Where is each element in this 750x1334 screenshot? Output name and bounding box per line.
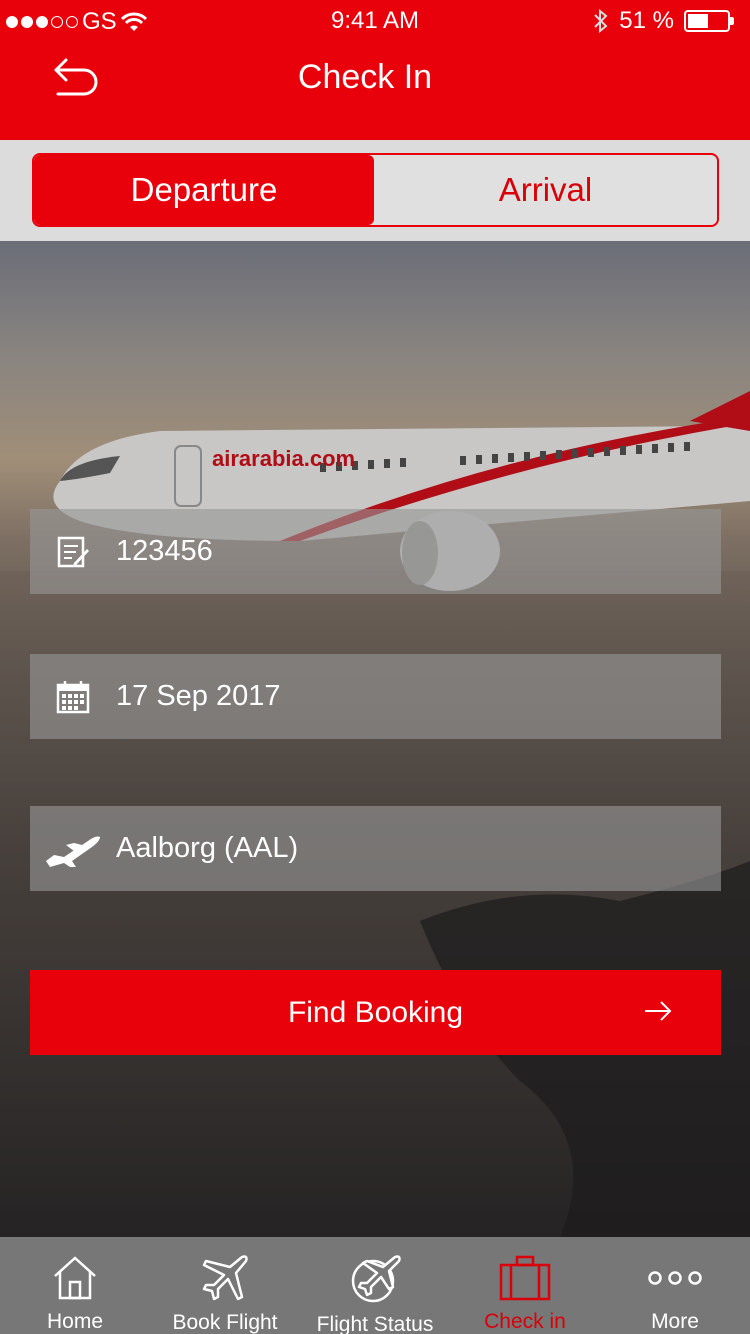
page-title: Check In [297,58,433,96]
status-bar: GS 9:41 AM 51 % [0,0,750,40]
bluetooth-icon [594,9,608,33]
find-booking-label: Find Booking [287,995,464,1029]
plane-icon [198,1251,252,1305]
booking-reference-value: 123456 [116,535,213,567]
background-aircraft-image: airarabia.com [0,241,750,1237]
tab-flight-status[interactable]: Flight Status [300,1237,450,1334]
flight-status-icon [347,1251,403,1307]
airport-value: Aalborg (AAL) [116,832,299,864]
airport-field[interactable]: Aalborg (AAL) [30,806,721,891]
segment-bar: Departure Arrival [0,140,750,241]
bottom-tab-bar: Home Book Flight Flight Status Check in … [0,1237,750,1334]
departure-arrival-toggle: Departure Arrival [32,153,719,227]
departure-plane-icon [30,806,116,891]
edit-document-icon [30,509,116,594]
booking-reference-field[interactable]: 123456 [30,509,721,594]
tab-arrival[interactable]: Arrival [374,155,717,225]
svg-text:airarabia.com: airarabia.com [212,446,355,471]
tab-departure[interactable]: Departure [34,155,374,225]
tab-check-in[interactable]: Check in [450,1237,600,1334]
aircraft-illustration: airarabia.com [0,391,750,1237]
find-booking-button[interactable]: Find Booking [30,970,721,1055]
briefcase-icon [498,1251,552,1304]
date-field[interactable]: 17 Sep 2017 [30,654,721,739]
status-right: 51 % [593,7,734,35]
tab-check-in-label: Check in [484,1310,566,1333]
header-bar: GS 9:41 AM 51 % Check In [0,0,750,140]
tab-more-label: More [651,1310,699,1333]
more-dots-icon [647,1251,703,1304]
tab-more[interactable]: More [600,1237,750,1334]
home-icon [51,1251,99,1304]
calendar-icon [30,654,116,739]
arrow-right-icon [645,1001,672,1021]
tab-book-flight-label: Book Flight [172,1311,278,1334]
tab-book-flight[interactable]: Book Flight [150,1237,300,1334]
tab-home-label: Home [46,1310,104,1333]
tab-flight-status-label: Flight Status [316,1313,434,1334]
battery-icon [684,10,734,32]
battery-percent: 51 % [619,7,674,34]
date-value: 17 Sep 2017 [116,680,281,712]
tab-home[interactable]: Home [0,1237,150,1334]
